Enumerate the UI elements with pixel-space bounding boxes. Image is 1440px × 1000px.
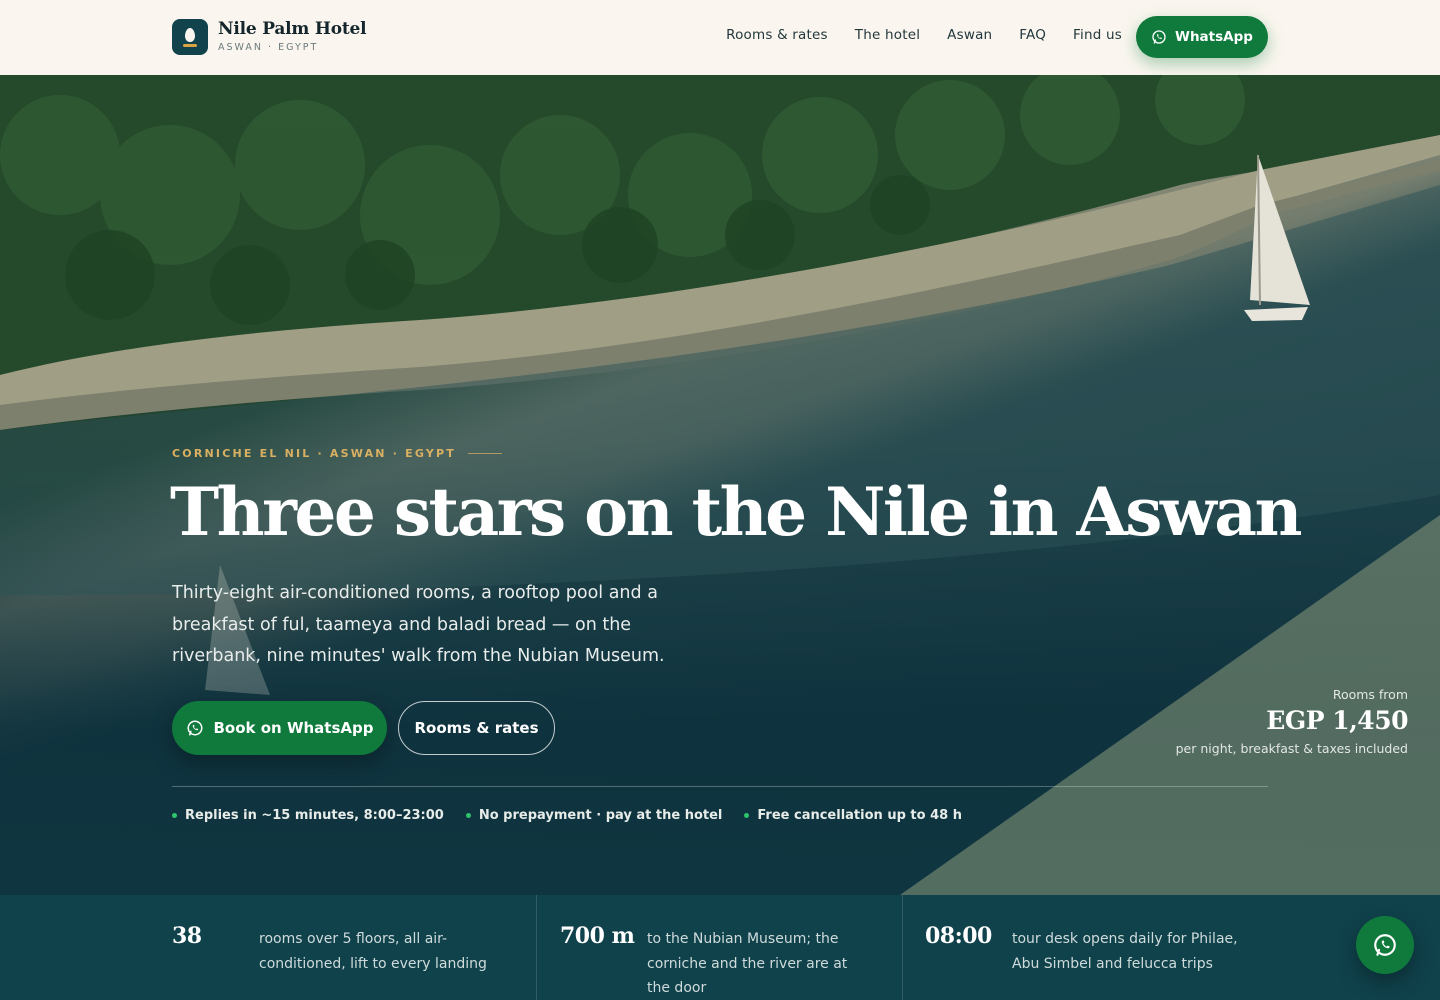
assurance-text: No prepayment · pay at the hotel	[478, 808, 723, 823]
assurance-item: Replies in ~15 minutes, 8:00–23:00	[172, 808, 444, 823]
brand-name: Nile Palm Hotel	[218, 19, 367, 39]
brand-logo[interactable]: Nile Palm Hotel ASWAN · EGYPT	[172, 19, 367, 55]
floating-whatsapp-button[interactable]	[1356, 916, 1414, 974]
hero-lede: Thirty-eight air-conditioned rooms, a ro…	[172, 583, 665, 666]
stat-number: 38	[172, 923, 202, 949]
nav-aswan[interactable]: Aswan	[947, 27, 992, 43]
book-on-whatsapp-label: Book on WhatsApp	[213, 719, 374, 737]
book-on-whatsapp-button[interactable]: Book on WhatsApp	[172, 701, 387, 755]
drop-logo-icon	[172, 19, 208, 55]
hero-title: Three stars on the Nile in Aswan	[170, 473, 1302, 551]
stats-band: 38 rooms over 5 floors, all air-conditio…	[0, 895, 1440, 1000]
stat-separator	[536, 895, 537, 1000]
price-label: Rooms from	[1332, 687, 1408, 702]
assurance-item: Free cancellation up to 48 h	[744, 808, 962, 823]
hero-eyebrow: CORNICHE EL NIL · ASWAN · EGYPT	[172, 447, 502, 460]
whatsapp-icon	[187, 720, 202, 736]
rooms-rates-label: Rooms & rates	[414, 719, 539, 737]
site-header: Nile Palm Hotel ASWAN · EGYPT Rooms & ra…	[0, 0, 1440, 75]
green-dot-icon	[172, 813, 177, 818]
hero-divider	[172, 786, 1268, 787]
whatsapp-icon	[1374, 934, 1396, 956]
nav-the-hotel[interactable]: The hotel	[855, 27, 920, 43]
stat-description: rooms over 5 floors, all air-conditioned…	[259, 931, 487, 972]
rooms-rates-button[interactable]: Rooms & rates	[398, 701, 555, 755]
stat-number: 700 m	[560, 923, 635, 949]
stat-distance: 700 m to the Nubian Museum; the corniche…	[560, 895, 900, 1000]
stat-description: to the Nubian Museum; the corniche and t…	[647, 931, 848, 996]
header-whatsapp-button[interactable]: WhatsApp	[1136, 16, 1268, 58]
price-value: EGP 1,450	[1266, 706, 1408, 735]
assurance-list: Replies in ~15 minutes, 8:00–23:00 No pr…	[172, 808, 962, 823]
green-dot-icon	[744, 813, 750, 818]
assurance-text: Free cancellation up to 48 h	[757, 808, 962, 823]
nav-faq[interactable]: FAQ	[1019, 27, 1046, 43]
brand-location: ASWAN · EGYPT	[218, 42, 319, 53]
header-whatsapp-label: WhatsApp	[1175, 29, 1253, 45]
whatsapp-icon	[1152, 30, 1166, 44]
hero-section: CORNICHE EL NIL · ASWAN · EGYPT Three st…	[0, 75, 1440, 895]
assurance-text: Replies in ~15 minutes, 8:00–23:00	[185, 808, 444, 823]
nav-find-us[interactable]: Find us	[1073, 27, 1122, 43]
price-block: Rooms from EGP 1,450 per night, breakfas…	[1175, 687, 1409, 756]
hero-eyebrow-text: CORNICHE EL NIL · ASWAN · EGYPT	[172, 447, 456, 460]
price-note: per night, breakfast & taxes included	[1175, 741, 1408, 756]
stat-description: tour desk opens daily for Philae, Abu Si…	[1012, 931, 1238, 972]
stat-separator	[902, 895, 903, 1000]
stat-tour-desk: 08:00 tour desk opens daily for Philae, …	[925, 895, 1305, 1000]
main-nav: Rooms & rates The hotel Aswan FAQ Find u…	[726, 27, 1122, 43]
stat-rooms: 38 rooms over 5 floors, all air-conditio…	[172, 895, 532, 1000]
eyebrow-rule	[467, 453, 502, 454]
nav-rooms-rates[interactable]: Rooms & rates	[726, 27, 828, 43]
assurance-item: No prepayment · pay at the hotel	[465, 808, 723, 823]
green-dot-icon	[465, 813, 471, 818]
stat-number: 08:00	[925, 923, 992, 949]
